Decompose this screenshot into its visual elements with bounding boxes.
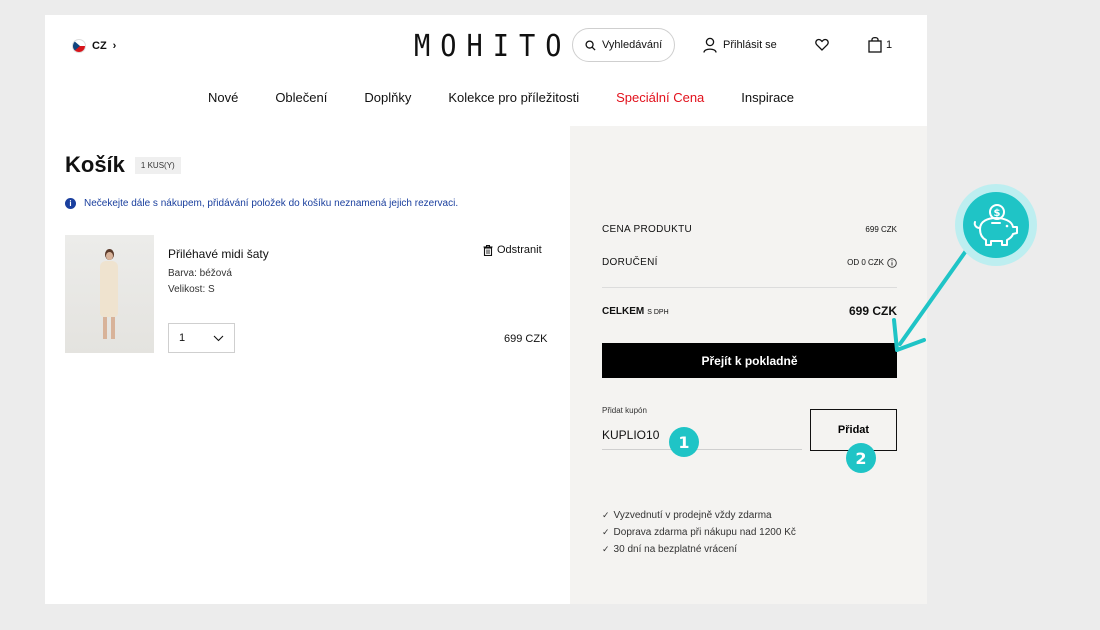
notice-text: Nečekejte dále s nákupem, přidávání polo… [84, 198, 459, 209]
delivery-label: DORUČENÍ [602, 257, 658, 268]
nav-item-inspirace[interactable]: Inspirace [741, 90, 794, 105]
language-selector[interactable]: CZ › [72, 39, 116, 53]
summary-divider [602, 287, 897, 288]
heart-icon [815, 38, 829, 51]
nav-item-doplnky[interactable]: Doplňky [364, 90, 411, 105]
main-nav: Nové Oblečení Doplňky Kolekce pro přílež… [45, 90, 927, 105]
quantity-select[interactable]: 1 [168, 323, 235, 353]
reservation-notice: i Nečekejte dále s nákupem, přidávání po… [65, 198, 458, 209]
list-item: Vyzvednutí v prodejně vždy zdarma [602, 507, 796, 524]
product-size: Velikost: S [168, 284, 215, 295]
piggy-bank-icon: $ [973, 204, 1018, 246]
item-price: 699 CZK [504, 333, 548, 345]
remove-label: Odstranit [497, 244, 542, 256]
list-item: 30 dní na bezplatné vrácení [602, 541, 796, 558]
nav-item-obleceni[interactable]: Oblečení [275, 90, 327, 105]
info-icon: i [65, 198, 76, 209]
list-item: Doprava zdarma při nákupu nad 1200 Kč [602, 524, 796, 541]
nav-item-nove[interactable]: Nové [208, 90, 238, 105]
search-button[interactable]: Vyhledávání [572, 28, 675, 62]
product-image[interactable] [65, 235, 154, 353]
language-label: CZ [92, 40, 107, 52]
login-label: Přihlásit se [723, 39, 777, 51]
trash-icon [483, 244, 493, 256]
czech-flag-icon [72, 39, 86, 53]
page: CZ › MOHITO Vyhledávání Přihlásit se 1 N… [45, 15, 927, 604]
product-price-row: CENA PRODUKTU 699 CZK [602, 224, 897, 235]
chevron-right-icon: › [112, 40, 117, 52]
cart-count: 1 [886, 38, 893, 51]
shopping-bag-icon [868, 36, 882, 53]
nav-item-kolekce[interactable]: Kolekce pro příležitosti [448, 90, 579, 105]
total-label: CELKEM [602, 305, 645, 317]
delivery-value: OD 0 CZK [847, 258, 884, 267]
step-2-badge: 2 [846, 443, 876, 473]
delivery-row: DORUČENÍ OD 0 CZK [602, 257, 897, 268]
search-label: Vyhledávání [602, 39, 663, 51]
order-summary: CENA PRODUKTU 699 CZK DORUČENÍ OD 0 CZK … [570, 126, 927, 604]
login-button[interactable]: Přihlásit se [703, 37, 777, 53]
logo[interactable]: MOHITO [414, 29, 562, 64]
total-label-wrap: CELKEM S DPH [602, 306, 669, 317]
product-name[interactable]: Přiléhavé midi šaty [168, 247, 269, 261]
total-row: CELKEM S DPH 699 CZK [602, 304, 897, 318]
cart-button[interactable]: 1 [868, 36, 892, 53]
total-vat-note: S DPH [647, 308, 669, 316]
cart-header: Košík 1 KUS(Y) [65, 152, 181, 178]
quantity-value: 1 [179, 332, 186, 344]
perks-list: Vyzvednutí v prodejně vždy zdarma Doprav… [602, 507, 796, 558]
wishlist-button[interactable] [815, 38, 829, 56]
product-price-label: CENA PRODUKTU [602, 224, 693, 235]
item-count-badge: 1 KUS(Y) [134, 156, 181, 174]
step-1-badge: 1 [669, 427, 699, 457]
savings-badge: $ [955, 184, 1037, 266]
pointer-arrow-icon [892, 246, 970, 352]
search-icon [585, 39, 596, 51]
product-price-value: 699 CZK [865, 225, 897, 234]
remove-button[interactable]: Odstranit [483, 244, 542, 256]
coupon-label: Přidat kupón [602, 406, 647, 415]
nav-item-specialni-cena[interactable]: Speciální Cena [616, 90, 704, 105]
user-icon [703, 37, 717, 53]
product-color: Barva: béžová [168, 268, 232, 279]
coupon-input[interactable] [602, 420, 802, 450]
page-title: Košík [65, 152, 125, 177]
checkout-button[interactable]: Přejít k pokladně [602, 343, 897, 378]
chevron-down-icon [213, 335, 224, 341]
